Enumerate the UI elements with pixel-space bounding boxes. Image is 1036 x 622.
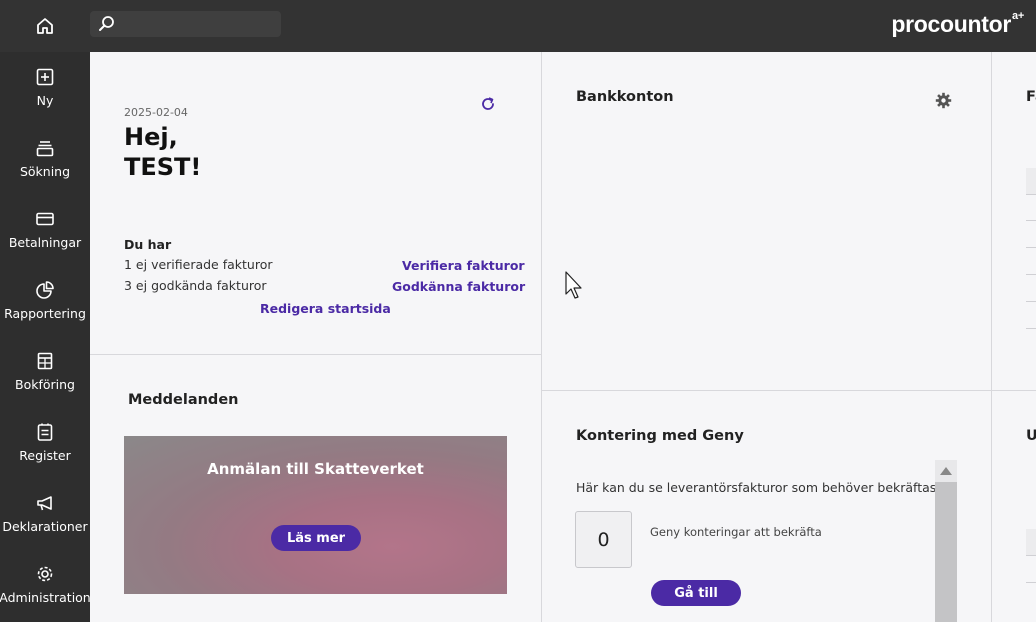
column-divider [991,52,992,622]
home-icon [37,18,53,34]
verify-invoices-link[interactable]: Verifiera fakturor [402,258,525,273]
geny-count: 0 [575,511,632,568]
register-icon [35,421,55,443]
mouse-pointer-icon [565,271,585,305]
top-bar: procountora+ [0,0,1036,52]
column-divider [541,52,542,622]
row-divider [992,390,1036,391]
geny-description: Här kan du se leverantörsfakturor som be… [576,480,941,495]
table-row [1026,274,1036,275]
right-panel-title-top: Fa [1026,89,1036,105]
gear-icon [35,563,55,585]
stack-icon [35,137,55,159]
sidebar: Ny Sökning Betalningar Rapportering Bokf… [0,52,91,622]
sidebar-item-sokning[interactable]: Sökning [0,123,90,193]
sidebar-item-deklarationer[interactable]: Deklarationer [0,478,90,548]
plus-square-icon [35,66,55,88]
main-content: 2025-02-04 Hej, TEST! Du har 1 ej verifi… [90,52,1036,622]
home-button[interactable] [0,0,90,52]
right-panel-title-bottom: U [1026,428,1036,444]
unverified-count-text: 1 ej verifierade fakturor [124,257,273,272]
sidebar-item-label: Deklarationer [2,519,88,534]
scroll-up-arrow-icon[interactable] [940,467,952,475]
scroll-thumb[interactable] [935,482,957,622]
right-table-header [1026,168,1036,194]
goto-button[interactable]: Gå till [651,580,741,606]
search-icon [99,16,114,31]
geny-count-label: Geny konteringar att bekräfta [650,525,822,539]
sidebar-item-label: Sökning [19,164,71,179]
right-table-header [1026,529,1036,555]
pie-chart-icon [35,279,55,301]
search-input[interactable] [120,11,275,37]
sidebar-item-label: Register [19,448,71,463]
brand-logo: procountora+ [891,10,1024,37]
bank-accounts-title: Bankkonton [576,89,674,105]
current-date: 2025-02-04 [124,106,188,119]
greeting: Hej, TEST! [124,123,202,181]
sidebar-item-label: Betalningar [8,235,82,250]
settings-gear-icon[interactable] [935,92,952,113]
sidebar-item-label: Ny [36,93,54,108]
sidebar-item-administration[interactable]: Administration [0,549,91,619]
search-box[interactable] [90,11,281,37]
sidebar-item-label: Administration [0,590,91,605]
megaphone-icon [35,492,55,514]
messages-title: Meddelanden [128,392,239,408]
table-row [1026,301,1036,302]
table-row [1026,220,1036,221]
sidebar-item-label: Rapportering [4,306,86,321]
table-row [1026,247,1036,248]
sidebar-item-betalningar[interactable]: Betalningar [0,194,90,264]
table-row [1026,328,1036,329]
row-divider [542,390,991,391]
unapproved-count-text: 3 ej godkända fakturor [124,278,267,293]
row-divider [90,354,541,355]
geny-scrollbar[interactable] [935,460,957,622]
sidebar-item-register[interactable]: Register [0,407,90,477]
table-row [1026,555,1036,556]
sidebar-item-ny[interactable]: Ny [0,52,90,122]
read-more-button[interactable]: Läs mer [271,525,361,551]
banner-title: Anmälan till Skatteverket [207,460,424,478]
calculator-icon [35,350,55,372]
sidebar-item-rapportering[interactable]: Rapportering [0,265,90,335]
geny-title: Kontering med Geny [576,428,744,444]
table-row [1026,194,1036,195]
edit-startpage-link[interactable]: Redigera startsida [260,301,391,316]
message-banner: Anmälan till Skatteverket Läs mer [124,436,507,594]
sidebar-item-label: Bokföring [15,377,75,392]
approve-invoices-link[interactable]: Godkänna fakturor [392,279,525,294]
table-row [1026,582,1036,583]
card-icon [35,208,55,230]
refresh-icon[interactable] [480,96,496,116]
summary-heading: Du har [124,237,172,252]
sidebar-item-bokforing[interactable]: Bokföring [0,336,90,406]
